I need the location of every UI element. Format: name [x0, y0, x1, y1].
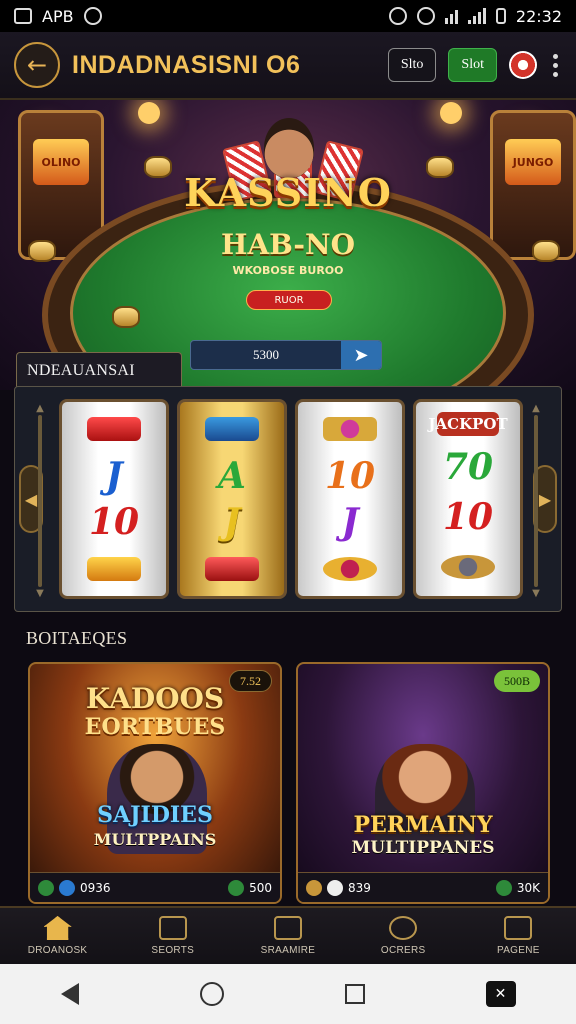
app-header: ← INDADNASISNI O6 Slto Slot: [0, 32, 576, 100]
bet-input-bar[interactable]: 5300 ➤: [190, 340, 382, 370]
sync-icon: [416, 7, 435, 25]
card-title-line3: SAJIDIES: [97, 802, 213, 828]
slot-reel-4: JACKPOT 70 10: [413, 399, 523, 599]
bottom-navigation: DROANOSK SEORTS SRAAMIRE OCRERS PAGENE: [0, 906, 576, 964]
coin-icon: [306, 879, 322, 896]
reel-symbol-image: [71, 550, 157, 588]
menu-icon: [504, 916, 533, 940]
back-arrow-icon: ←: [26, 51, 48, 79]
status-left-text: APB: [42, 6, 74, 26]
app-notification-icon: [83, 7, 102, 25]
slot-reel-2: A J: [177, 399, 287, 599]
nav-item-gifts[interactable]: SRAAMIRE: [238, 916, 338, 956]
arrow-right-icon[interactable]: ➤: [341, 341, 381, 369]
reel-symbol: 10: [324, 454, 376, 497]
nav-label: SRAAMIRE: [260, 945, 316, 956]
lamp-icon: [138, 102, 160, 124]
reel-symbol: J: [105, 454, 123, 497]
nav-label: SEORTS: [151, 945, 195, 956]
scroll-track-right[interactable]: ▲ ▼: [531, 403, 541, 599]
card-footer-left-value: 839: [348, 880, 371, 895]
system-recents-icon[interactable]: [344, 984, 365, 1004]
nav-label: PAGENE: [496, 945, 540, 956]
slots-icon: [158, 916, 187, 940]
coin-icon: [228, 879, 245, 896]
reel-symbol: 70: [442, 446, 494, 488]
slot-machine-panel: ◀ ▶ ▲ ▼ ▲ ▼ J 10 A J 10 J JACKPOT 70 10: [14, 386, 562, 612]
back-button[interactable]: ←: [14, 42, 60, 88]
hero-logo-main: KASSINO: [184, 170, 392, 215]
more-vertical-icon[interactable]: [549, 53, 562, 77]
slot-green-button[interactable]: Slot: [448, 48, 497, 82]
hero-logo-sub: HAB-NO: [221, 228, 355, 261]
globe-icon: [389, 916, 418, 940]
reel-symbol-image: [189, 550, 275, 588]
app-title: INDADNASISNI O6: [72, 50, 301, 79]
scroll-track-left[interactable]: ▲ ▼: [35, 403, 45, 599]
feature-card-2[interactable]: 500B PERMAINY MULTIPPANES 839 30K: [296, 662, 550, 904]
battery-icon: [495, 8, 506, 24]
nav-label: OCRERS: [380, 945, 426, 956]
clover-icon: [495, 879, 512, 896]
slots-tab[interactable]: NDEAUANSAI: [16, 352, 182, 388]
cellular-signal-icon: [467, 8, 486, 24]
bet-value[interactable]: 5300: [191, 347, 341, 363]
reel-symbol-image: [307, 550, 393, 588]
reel-symbol-image: [71, 410, 157, 448]
nav-item-pages[interactable]: PAGENE: [468, 916, 568, 956]
system-back-icon[interactable]: [60, 983, 79, 1005]
coin-icon: [38, 879, 54, 896]
hero-cta-button[interactable]: RUOR: [246, 290, 332, 310]
home-icon: [43, 916, 72, 940]
reel-symbol: J: [341, 501, 359, 544]
card-title-line3: PERMAINY: [353, 812, 493, 838]
hero-tagline: WKOBOSE BUROO: [232, 264, 344, 277]
card-title-line4: MULTIPPANES: [351, 838, 495, 858]
status-bar: APB 22:32: [0, 0, 576, 32]
alarm-icon: [388, 7, 407, 25]
slot-dark-button[interactable]: Slto: [387, 48, 437, 82]
reel-symbol: J: [223, 501, 241, 544]
status-time: 22:32: [515, 6, 562, 26]
coin-stack-icon: [112, 306, 140, 328]
poker-chip-icon[interactable]: [509, 51, 537, 79]
nav-item-home[interactable]: DROANOSK: [8, 916, 108, 956]
slot-reel-1: J 10: [59, 399, 169, 599]
nav-label: DROANOSK: [27, 945, 88, 956]
jackpot-symbol: JACKPOT: [428, 412, 508, 436]
dice-icon: [327, 879, 343, 896]
reel-symbol: 10: [88, 501, 140, 544]
card-title-line4: MULTPPAINS: [93, 830, 217, 849]
gem-icon: [59, 879, 75, 896]
card-footer-right-value: 500: [249, 880, 272, 895]
nav-item-others[interactable]: OCRERS: [353, 916, 453, 956]
reel-symbol-image: [189, 410, 275, 448]
reel-symbol: 10: [442, 496, 494, 538]
gallery-notification-icon: [14, 8, 32, 24]
slot-reel-3: 10 J: [295, 399, 405, 599]
lamp-icon: [440, 102, 462, 124]
wifi-icon: [444, 8, 458, 24]
card-title-line2: EORTBUES: [84, 714, 226, 740]
featured-section-title: BOITAEQES: [26, 628, 128, 648]
system-navigation-bar: ✕: [0, 964, 576, 1024]
card-title-line1: KADOOS: [85, 682, 225, 715]
nav-item-slots[interactable]: SEORTS: [123, 916, 223, 956]
dealer-avatar: [264, 118, 314, 178]
feature-card-1[interactable]: 7.52 KADOOS EORTBUES SAJIDIES MULTPPAINS…: [28, 662, 282, 904]
card-footer: 839 30K: [298, 872, 548, 902]
accessibility-icon[interactable]: ✕: [485, 981, 516, 1007]
reel-symbol-image: [307, 410, 393, 448]
card-footer: 0936 500: [30, 872, 280, 902]
gift-icon: [273, 916, 302, 940]
system-home-icon[interactable]: [199, 982, 224, 1006]
card-footer-left-value: 0936: [80, 880, 111, 895]
reel-symbol-image: [425, 548, 511, 586]
card-badge: 500B: [493, 670, 540, 692]
reel-symbol: A: [218, 454, 246, 497]
card-footer-right-value: 30K: [516, 880, 540, 895]
